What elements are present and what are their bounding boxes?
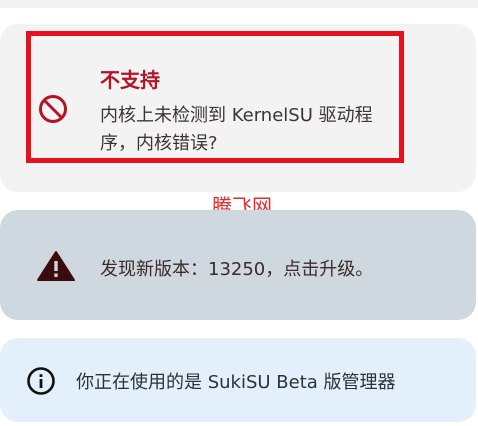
update-message: 发现新版本：13250，点击升级。 <box>100 259 374 280</box>
info-icon <box>27 367 55 395</box>
previous-card-edge <box>0 0 478 8</box>
manager-version-info: 你正在使用的是 SukiSU Beta 版管理器 <box>76 372 396 393</box>
warning-icon <box>37 251 75 281</box>
status-title: 不支持 <box>100 68 160 92</box>
forbidden-icon <box>39 95 67 123</box>
status-description: 内核上未检测到 KernelSU 驱动程序，内核错误? <box>100 105 373 154</box>
